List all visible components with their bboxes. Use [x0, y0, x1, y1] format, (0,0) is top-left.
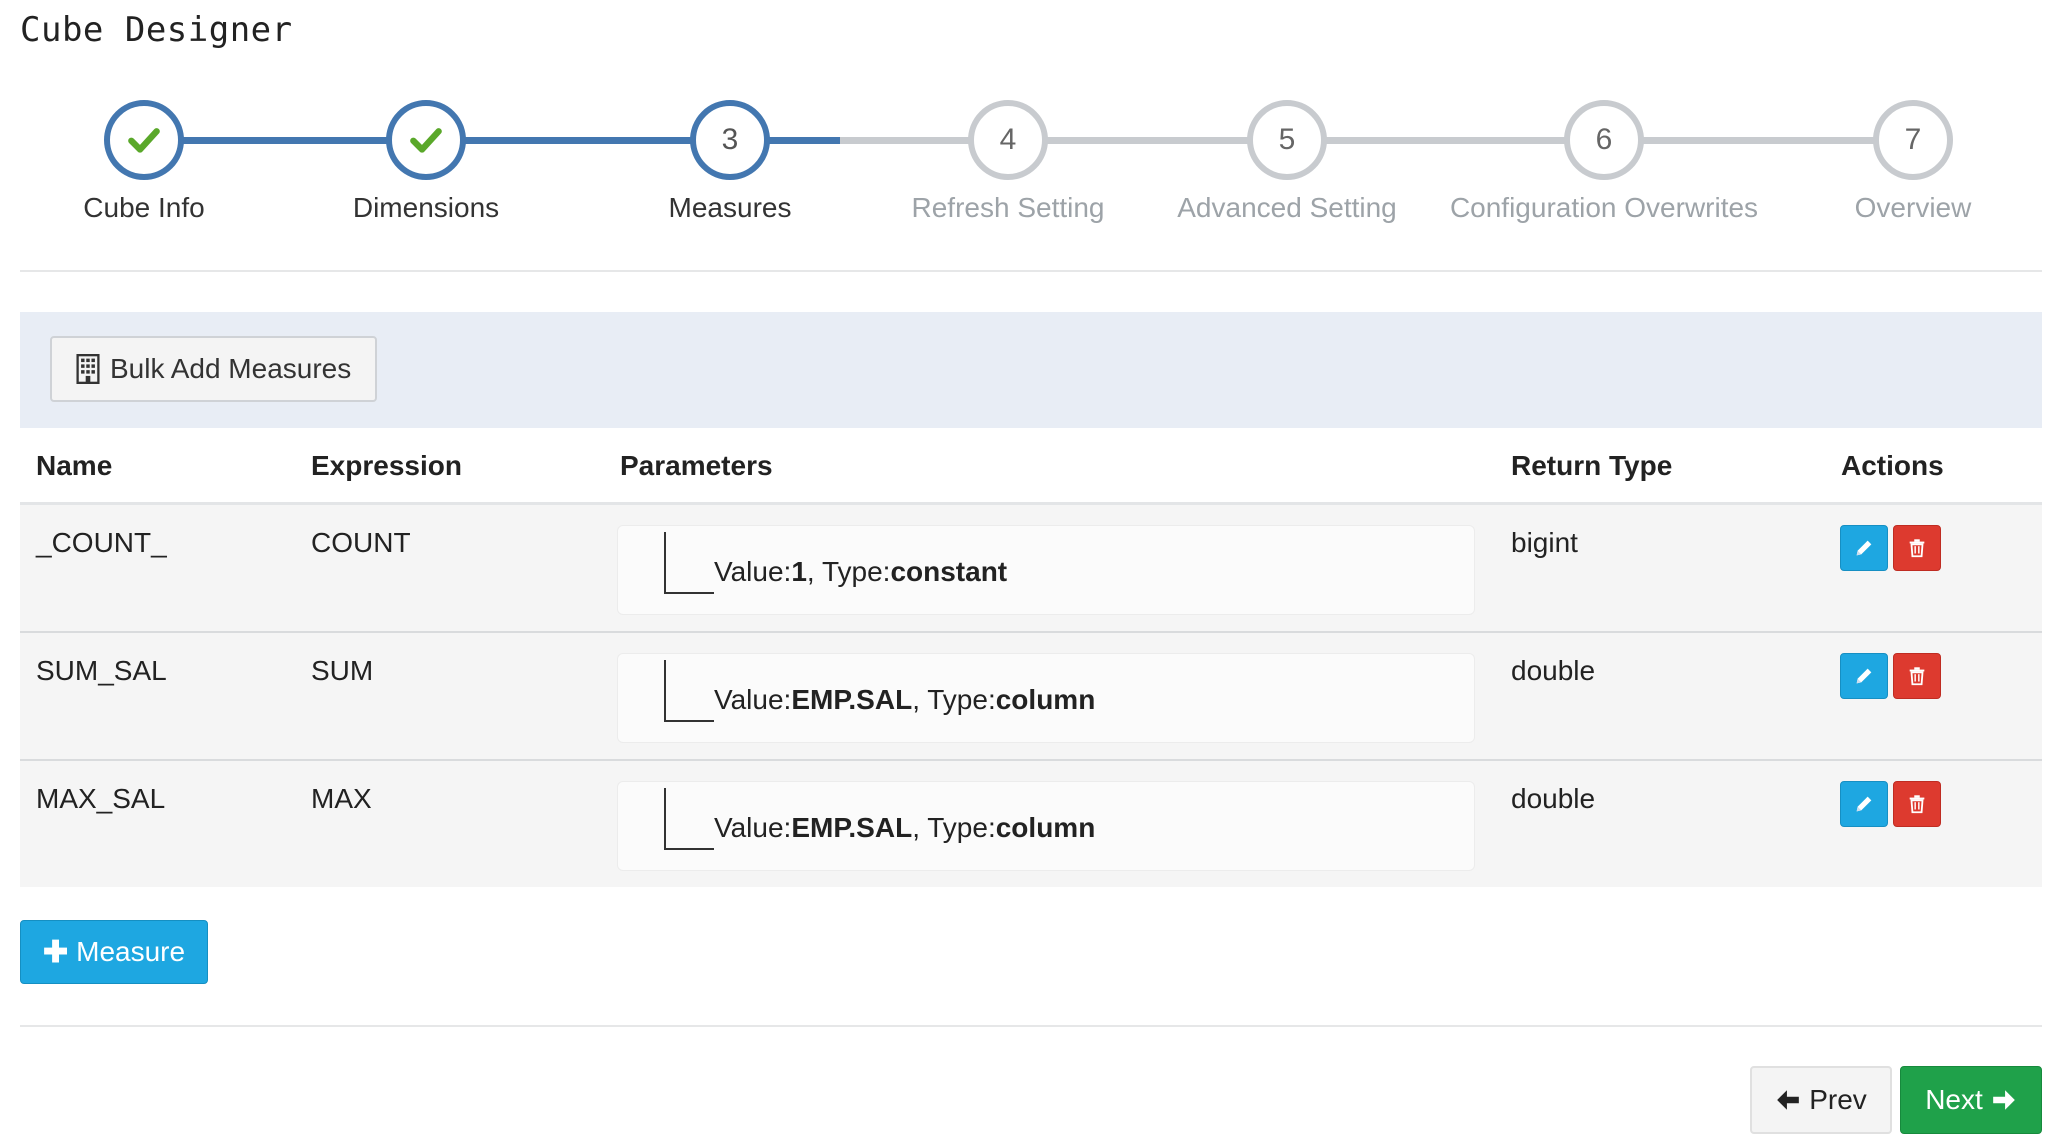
parameters-tree: Value:1, Type:constant [617, 525, 1475, 615]
step-label: Dimensions [352, 192, 500, 223]
wizard-step-dimensions[interactable]: Dimensions [266, 100, 586, 224]
step-label: Cube Info [83, 192, 205, 223]
table-row: _COUNT_ COUNT Value:1, Type:constant big… [20, 505, 2042, 633]
app-title: Cube Designer [20, 10, 293, 50]
measure-expression: SUM [311, 655, 374, 686]
measure-name: SUM_SAL [36, 655, 167, 686]
pencil-icon [1853, 665, 1875, 687]
check-icon [407, 121, 445, 159]
delete-measure-button[interactable] [1893, 781, 1941, 827]
parameter-text: Value:EMP.SAL, Type:column [714, 812, 1096, 843]
add-measure-label: Measure [76, 936, 186, 967]
tree-connector [664, 660, 714, 722]
measure-return-type: bigint [1511, 527, 1578, 558]
measure-name: _COUNT_ [36, 527, 167, 558]
delete-measure-button[interactable] [1893, 525, 1941, 571]
trash-icon [1906, 665, 1928, 687]
delete-measure-button[interactable] [1893, 653, 1941, 699]
tree-connector [664, 532, 714, 594]
wizard-step-refresh-setting[interactable]: 4 Refresh Setting [848, 100, 1168, 224]
column-header-parameters: Parameters [620, 450, 773, 481]
parameters-tree: Value:EMP.SAL, Type:column [617, 781, 1475, 871]
step-circle: 4 [968, 100, 1048, 180]
table-row: SUM_SAL SUM Value:EMP.SAL, Type:column d… [20, 633, 2042, 761]
arrow-right-icon [1991, 1087, 2017, 1113]
step-circle: 6 [1564, 100, 1644, 180]
parameter-text: Value:1, Type:constant [714, 556, 1008, 587]
parameters-tree: Value:EMP.SAL, Type:column [617, 653, 1475, 743]
prev-button[interactable]: Prev [1750, 1066, 1892, 1134]
measure-name: MAX_SAL [36, 783, 166, 814]
measure-return-type: double [1511, 783, 1596, 814]
plus-icon: ✚ [43, 935, 69, 969]
column-header-name: Name [36, 450, 113, 481]
pencil-icon [1853, 537, 1875, 559]
wizard-step-cube-info[interactable]: Cube Info [0, 100, 304, 224]
wizard-step-configuration-overwrites[interactable]: 6 Configuration Overwrites [1444, 100, 1764, 224]
edit-measure-button[interactable] [1840, 781, 1888, 827]
column-header-return-type: Return Type [1511, 450, 1673, 481]
measure-expression: MAX [311, 783, 372, 814]
step-circle: 5 [1247, 100, 1327, 180]
step-circle [386, 100, 466, 180]
step-circle [104, 100, 184, 180]
wizard-steps: Cube Info Dimensions 3 Measures 4 Refres… [20, 100, 2042, 250]
divider [20, 1025, 2042, 1027]
table-row: MAX_SAL MAX Value:EMP.SAL, Type:column d… [20, 761, 2042, 887]
wizard-step-advanced-setting[interactable]: 5 Advanced Setting [1127, 100, 1447, 224]
add-measure-button[interactable]: ✚ Measure [20, 920, 209, 984]
arrow-left-icon [1775, 1087, 1801, 1113]
step-label: Advanced Setting [1177, 192, 1397, 223]
step-label: Measures [668, 192, 792, 223]
edit-measure-button[interactable] [1840, 653, 1888, 699]
wizard-step-overview[interactable]: 7 Overview [1753, 100, 2058, 224]
next-button[interactable]: Next [1900, 1066, 2042, 1134]
prev-label: Prev [1809, 1084, 1867, 1115]
divider [20, 270, 2042, 272]
next-label: Next [1925, 1084, 1983, 1115]
column-header-expression: Expression [311, 450, 462, 481]
building-icon [76, 354, 100, 384]
step-circle: 3 [690, 100, 770, 180]
tree-connector [664, 788, 714, 850]
step-label: Overview [1854, 192, 1972, 223]
measure-return-type: double [1511, 655, 1596, 686]
trash-icon [1906, 793, 1928, 815]
measure-expression: COUNT [311, 527, 411, 558]
step-label: Refresh Setting [911, 192, 1105, 223]
edit-measure-button[interactable] [1840, 525, 1888, 571]
parameter-text: Value:EMP.SAL, Type:column [714, 684, 1096, 715]
step-label: Configuration Overwrites [1449, 192, 1759, 223]
check-icon [125, 121, 163, 159]
measures-toolbar: Bulk Add Measures [20, 312, 2042, 428]
bulk-add-measures-button[interactable]: Bulk Add Measures [50, 336, 378, 402]
table-header: Name Expression Parameters Return Type A… [20, 430, 2042, 505]
bulk-add-measures-label: Bulk Add Measures [110, 353, 352, 384]
measures-table: Name Expression Parameters Return Type A… [20, 430, 2042, 887]
wizard-step-measures[interactable]: 3 Measures [570, 100, 890, 224]
trash-icon [1906, 537, 1928, 559]
pencil-icon [1853, 793, 1875, 815]
step-circle: 7 [1873, 100, 1953, 180]
column-header-actions: Actions [1841, 450, 1944, 481]
